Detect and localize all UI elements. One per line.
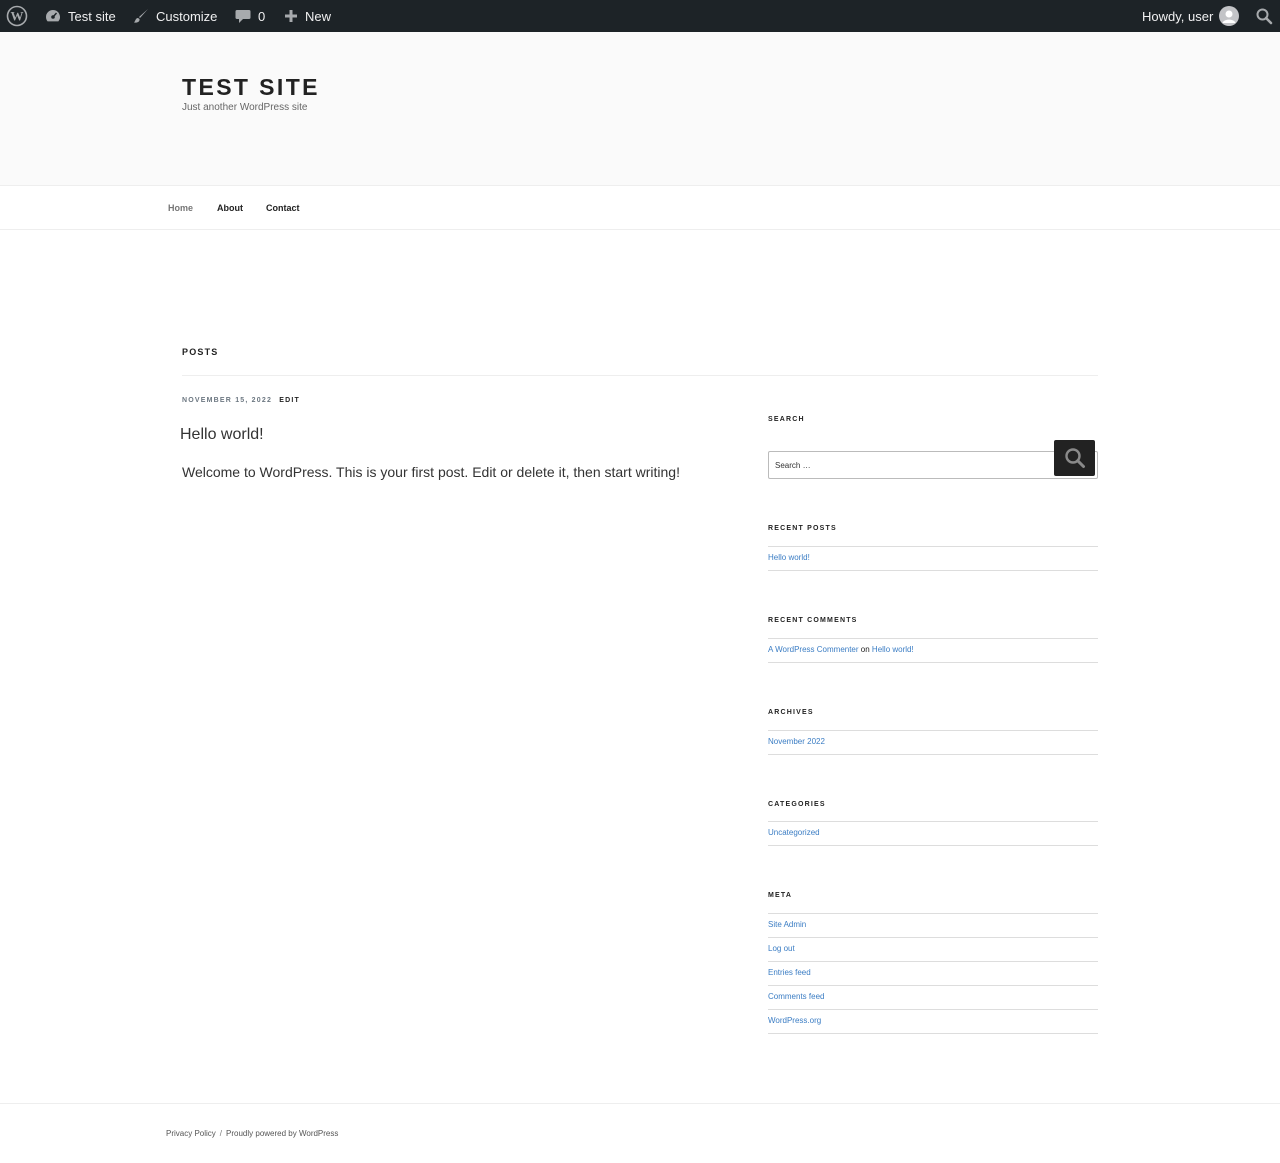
archive-link[interactable]: November 2022 <box>768 737 825 746</box>
customize-label: Customize <box>156 8 218 24</box>
recent-comments-title: RECENT COMMENTS <box>768 617 858 624</box>
post-edit-link[interactable]: EDIT <box>279 397 300 404</box>
meta-list: Site Admin Log out Entries feed Comments… <box>768 913 1098 1034</box>
search-submit-button[interactable] <box>1054 440 1095 476</box>
powered-by-link[interactable]: Proudly powered by WordPress <box>226 1129 338 1138</box>
list-item: Comments feed <box>768 986 1098 1010</box>
list-item: Entries feed <box>768 962 1098 986</box>
nav-item-contact[interactable]: Contact <box>266 203 300 213</box>
log-out-link[interactable]: Log out <box>768 944 795 953</box>
site-admin-link[interactable]: Site Admin <box>768 920 806 929</box>
categories-list: Uncategorized <box>768 821 1098 846</box>
admin-search-button[interactable] <box>1255 0 1273 32</box>
meta-title: META <box>768 892 793 899</box>
howdy-label: Howdy, user <box>1142 8 1214 24</box>
brush-icon <box>134 9 148 23</box>
recent-post-link[interactable]: Hello world! <box>768 553 810 562</box>
comment-icon <box>235 10 251 23</box>
new-label: New <box>305 8 332 24</box>
site-description: Just another WordPress site <box>182 102 308 113</box>
search-widget-title: SEARCH <box>768 416 805 423</box>
search-icon <box>1064 448 1085 468</box>
privacy-policy-link[interactable]: Privacy Policy <box>166 1129 216 1138</box>
site-name-menu[interactable]: Test site <box>44 0 116 32</box>
category-link[interactable]: Uncategorized <box>768 828 820 837</box>
post-date-link[interactable]: NOVEMBER 15, 2022 <box>182 397 272 404</box>
comment-on-text: on <box>860 645 870 654</box>
site-title[interactable]: TEST SITE <box>182 74 320 101</box>
recent-posts-title: RECENT POSTS <box>768 525 837 532</box>
footer-divider <box>0 1103 1280 1104</box>
comment-post-link[interactable]: Hello world! <box>872 645 914 654</box>
categories-title: CATEGORIES <box>768 801 826 808</box>
post-content: Welcome to WordPress. This is your first… <box>182 464 680 480</box>
page-divider <box>182 375 1098 376</box>
customize-button[interactable]: Customize <box>132 0 217 32</box>
recent-comments-list: A WordPress Commenter on Hello world! <box>768 638 1098 663</box>
entries-feed-link[interactable]: Entries feed <box>768 968 811 977</box>
page-title: POSTS <box>182 347 219 357</box>
list-item: A WordPress Commenter on Hello world! <box>768 639 1098 663</box>
post-meta: NOVEMBER 15, 2022 EDIT <box>182 397 300 404</box>
site-footer: Privacy Policy / Proudly powered by WordPr… <box>166 1129 338 1138</box>
nav-item-about[interactable]: About <box>217 203 243 213</box>
admin-bar: W Test site Customize 0 New Howdy, user <box>0 0 1280 32</box>
comments-count: 0 <box>258 8 266 24</box>
svg-text:W: W <box>11 9 24 24</box>
wordpress-org-link[interactable]: WordPress.org <box>768 1016 821 1025</box>
main-navigation: Home About Contact <box>0 186 1280 230</box>
archives-title: ARCHIVES <box>768 709 814 716</box>
list-item: November 2022 <box>768 731 1098 755</box>
new-content-button[interactable]: New <box>283 0 331 32</box>
recent-posts-list: Hello world! <box>768 546 1098 571</box>
wordpress-logo-button[interactable]: W <box>6 0 28 32</box>
post-title[interactable]: Hello world! <box>180 426 264 444</box>
site-header: TEST SITE Just another WordPress site <box>0 32 1280 186</box>
site-name-label: Test site <box>68 8 116 24</box>
plus-icon <box>285 10 297 22</box>
comments-feed-link[interactable]: Comments feed <box>768 992 824 1001</box>
footer-separator: / <box>219 1129 223 1138</box>
search-icon <box>1256 8 1273 25</box>
comments-button[interactable]: 0 <box>234 0 265 32</box>
account-menu[interactable]: Howdy, user <box>1142 0 1240 32</box>
list-item: Site Admin <box>768 914 1098 938</box>
dashboard-icon <box>46 10 60 22</box>
avatar <box>1219 6 1240 26</box>
list-item: WordPress.org <box>768 1010 1098 1034</box>
list-item: Hello world! <box>768 547 1098 571</box>
nav-item-home[interactable]: Home <box>168 203 193 213</box>
archives-list: November 2022 <box>768 730 1098 755</box>
search-input[interactable] <box>768 451 1098 479</box>
comment-author-link[interactable]: A WordPress Commenter <box>768 645 859 654</box>
wordpress-icon: W <box>6 5 28 27</box>
list-item: Log out <box>768 938 1098 962</box>
list-item: Uncategorized <box>768 822 1098 846</box>
